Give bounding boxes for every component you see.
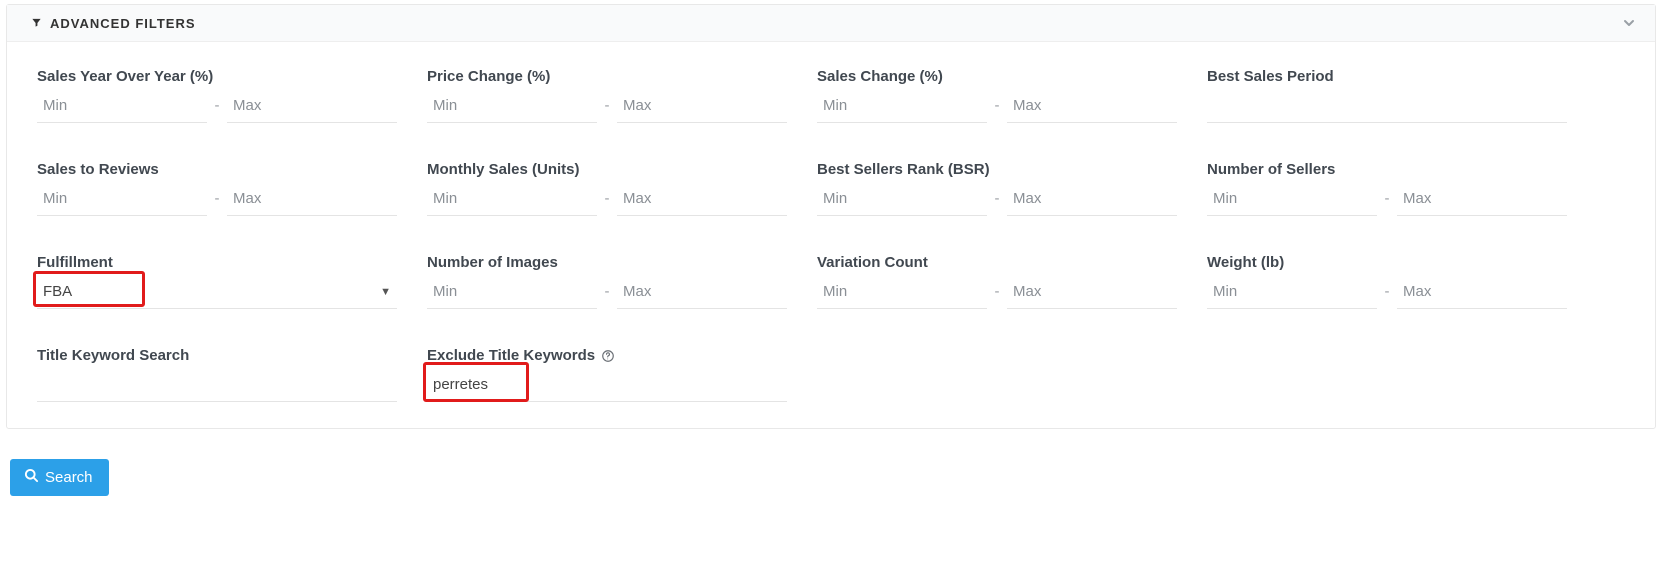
monthly-sales-min-input[interactable] xyxy=(427,182,597,216)
sales-to-reviews-max-input[interactable] xyxy=(227,182,397,216)
range-sep: - xyxy=(1377,283,1397,302)
bsr-min-input[interactable] xyxy=(817,182,987,216)
num-sellers-max-input[interactable] xyxy=(1397,182,1567,216)
weight-label: Weight (lb) xyxy=(1207,254,1567,271)
advanced-filters-panel: ADVANCED FILTERS Sales Year Over Year (%… xyxy=(6,4,1656,429)
bsr-max-input[interactable] xyxy=(1007,182,1177,216)
title-keyword-input[interactable] xyxy=(37,368,397,402)
sales-yoy-min-input[interactable] xyxy=(37,89,207,123)
sales-change-max-input[interactable] xyxy=(1007,89,1177,123)
chevron-down-icon[interactable] xyxy=(1621,15,1637,31)
num-sellers-min-input[interactable] xyxy=(1207,182,1377,216)
variation-count-label: Variation Count xyxy=(817,254,1177,271)
num-sellers-label: Number of Sellers xyxy=(1207,161,1567,178)
monthly-sales-max-input[interactable] xyxy=(617,182,787,216)
range-sep: - xyxy=(987,283,1007,302)
sales-yoy-max-input[interactable] xyxy=(227,89,397,123)
best-sales-period-label: Best Sales Period xyxy=(1207,68,1567,85)
num-images-min-input[interactable] xyxy=(427,275,597,309)
monthly-sales-label: Monthly Sales (Units) xyxy=(427,161,787,178)
search-button-label: Search xyxy=(45,469,93,486)
search-button[interactable]: Search xyxy=(10,459,109,496)
panel-title-text: ADVANCED FILTERS xyxy=(50,16,196,31)
help-icon[interactable] xyxy=(601,349,615,363)
fulfillment-label: Fulfillment xyxy=(37,254,397,271)
filter-icon xyxy=(31,16,42,31)
range-sep: - xyxy=(207,97,227,116)
sales-to-reviews-label: Sales to Reviews xyxy=(37,161,397,178)
exclude-title-input[interactable] xyxy=(427,368,787,402)
variation-count-min-input[interactable] xyxy=(817,275,987,309)
exclude-title-label: Exclude Title Keywords xyxy=(427,347,595,364)
sales-yoy-label: Sales Year Over Year (%) xyxy=(37,68,397,85)
range-sep: - xyxy=(597,190,617,209)
range-sep: - xyxy=(987,190,1007,209)
price-change-min-input[interactable] xyxy=(427,89,597,123)
price-change-label: Price Change (%) xyxy=(427,68,787,85)
fulfillment-select[interactable] xyxy=(37,275,397,309)
search-icon xyxy=(24,468,39,487)
weight-max-input[interactable] xyxy=(1397,275,1567,309)
weight-min-input[interactable] xyxy=(1207,275,1377,309)
range-sep: - xyxy=(987,97,1007,116)
variation-count-max-input[interactable] xyxy=(1007,275,1177,309)
title-keyword-label: Title Keyword Search xyxy=(37,347,397,364)
best-sales-period-input[interactable] xyxy=(1207,89,1567,123)
sales-change-label: Sales Change (%) xyxy=(817,68,1177,85)
range-sep: - xyxy=(597,97,617,116)
num-images-max-input[interactable] xyxy=(617,275,787,309)
sales-change-min-input[interactable] xyxy=(817,89,987,123)
num-images-label: Number of Images xyxy=(427,254,787,271)
range-sep: - xyxy=(597,283,617,302)
price-change-max-input[interactable] xyxy=(617,89,787,123)
sales-to-reviews-min-input[interactable] xyxy=(37,182,207,216)
panel-header: ADVANCED FILTERS xyxy=(7,5,1655,42)
bsr-label: Best Sellers Rank (BSR) xyxy=(817,161,1177,178)
range-sep: - xyxy=(1377,190,1397,209)
range-sep: - xyxy=(207,190,227,209)
